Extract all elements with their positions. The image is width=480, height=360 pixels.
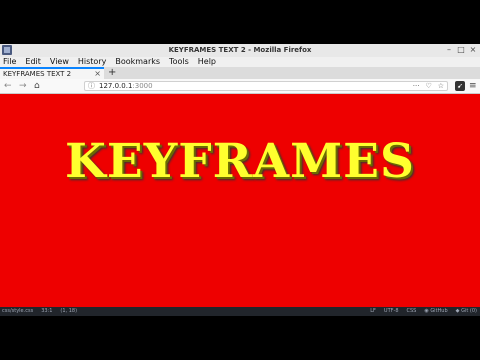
url-bar[interactable]: ⓘ 127.0.0.1:3000 ··· ♡ ☆ [84,81,448,91]
navigation-bar: ← → ⌂ ⓘ 127.0.0.1:3000 ··· ♡ ☆ ➹ ≡ [0,79,480,94]
status-git-label: Git (0) [461,308,477,314]
status-selection-count: (1, 18) [60,308,78,314]
status-github[interactable]: ◉ GitHub [424,307,447,316]
tab-label: KEYFRAMES TEXT 2 [3,70,72,78]
tab-strip: KEYFRAMES TEXT 2 × + [0,67,480,79]
menu-edit[interactable]: Edit [25,57,41,67]
status-line-ending[interactable]: LF [370,307,376,316]
page-actions-icon[interactable]: ··· [413,82,420,91]
status-git[interactable]: ◆ Git (0) [456,307,477,316]
status-grammar[interactable]: CSS [407,307,417,316]
window-title-bar: KEYFRAMES TEXT 2 - Mozilla Firefox – □ × [0,44,480,57]
menu-bar: File Edit View History Bookmarks Tools H… [0,57,480,67]
hamburger-menu-icon[interactable]: ≡ [469,81,477,91]
tab-close-icon[interactable]: × [94,69,101,79]
new-tab-icon[interactable]: + [108,67,116,78]
status-github-label: GitHub [430,308,448,314]
extension-icon[interactable]: ➹ [455,81,465,91]
git-icon: ◆ [455,308,460,314]
url-port: :3000 [132,82,153,90]
keyframes-heading: KEYFRAMES [65,134,415,189]
editor-status-bar: css/style.css 33:1 (1, 18) LF UTF-8 CSS … [0,307,480,316]
maximize-icon[interactable]: □ [457,46,465,54]
menu-history[interactable]: History [78,57,106,67]
menu-file[interactable]: File [3,57,16,67]
home-icon[interactable]: ⌂ [34,81,40,91]
bookmark-star-icon[interactable]: ☆ [438,82,444,91]
forward-icon[interactable]: → [19,81,27,91]
url-text: 127.0.0.1:3000 [99,82,153,91]
status-cursor-position[interactable]: 33:1 [41,307,52,316]
tab-keyframes-text-2[interactable]: KEYFRAMES TEXT 2 × [0,67,104,79]
status-file-path[interactable]: css/style.css [2,307,33,316]
pocket-icon[interactable]: ♡ [425,82,431,91]
minimize-icon[interactable]: – [445,46,453,54]
page-content: KEYFRAMES [0,94,480,307]
menu-view[interactable]: View [50,57,69,67]
menu-bookmarks[interactable]: Bookmarks [115,57,160,67]
window-title: KEYFRAMES TEXT 2 - Mozilla Firefox [168,46,312,54]
menu-tools[interactable]: Tools [169,57,189,67]
back-icon[interactable]: ← [4,81,12,91]
info-icon[interactable]: ⓘ [88,82,95,91]
close-window-icon[interactable]: × [469,46,477,54]
menu-help[interactable]: Help [198,57,216,67]
status-encoding[interactable]: UTF-8 [384,307,399,316]
github-icon: ◉ [424,308,429,314]
url-host: 127.0.0.1 [99,82,133,90]
